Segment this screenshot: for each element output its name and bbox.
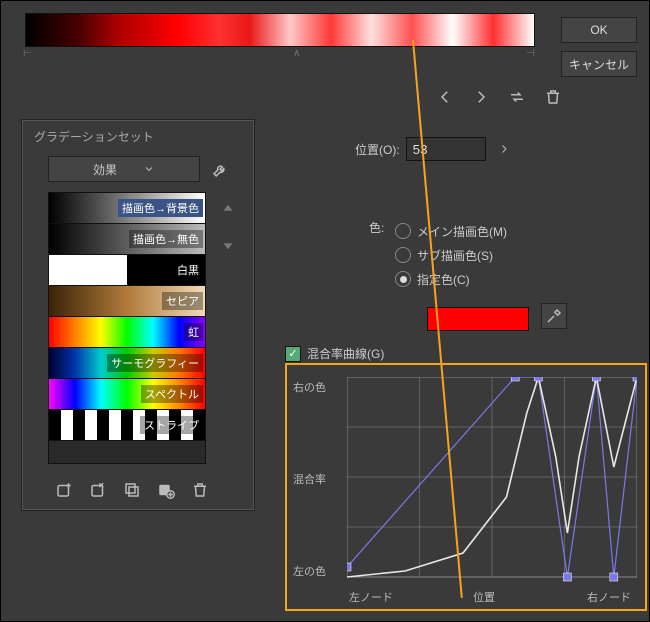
gradient-list-item[interactable]: 描画色→無色 <box>49 224 205 255</box>
trash-icon[interactable] <box>541 85 565 109</box>
wrench-icon[interactable] <box>208 158 232 182</box>
gradient-list-item[interactable]: 虹 <box>49 317 205 348</box>
gradient-list-item[interactable]: サーモグラフィー <box>49 348 205 379</box>
gradient-list[interactable]: 描画色→背景色描画色→無色白黒セピア虹サーモグラフィースペクトルストライプ <box>48 192 206 464</box>
eyedropper-icon[interactable] <box>541 303 567 329</box>
move-down-icon[interactable] <box>216 232 240 256</box>
gradient-list-item[interactable]: 描画色→背景色 <box>49 193 205 224</box>
color-swatch[interactable] <box>427 307 529 331</box>
curve-ylabel-mid: 混合率 <box>293 471 326 487</box>
list-trash-icon[interactable] <box>188 478 212 502</box>
gradient-set-title: グラデーションセット <box>34 128 154 145</box>
gradient-list-item-label: サーモグラフィー <box>107 354 203 372</box>
curve-ylabel-top: 右の色 <box>293 379 326 395</box>
next-arrow-icon[interactable] <box>469 85 493 109</box>
chevron-down-icon <box>143 163 155 175</box>
gradient-list-item[interactable]: セピア <box>49 286 205 317</box>
gradient-list-item-label: スペクトル <box>141 385 203 403</box>
gradient-list-item-label: 描画色→無色 <box>129 230 203 248</box>
mixing-curve-checkbox[interactable]: ✓ <box>285 346 301 362</box>
prev-arrow-icon[interactable] <box>433 85 457 109</box>
curve-ylabel-bot: 左の色 <box>293 563 326 579</box>
gradient-set-panel: グラデーションセット 効果 描画色→背景色描画色→無色白黒セピア虹サーモグラフィ… <box>21 119 255 511</box>
duplicate-icon[interactable] <box>120 478 144 502</box>
radio-sub-color[interactable]: サブ描画色(S) <box>395 243 507 267</box>
gradient-list-item-label: ストライプ <box>140 416 203 434</box>
position-label: 位置(O): <box>355 141 400 158</box>
gradient-set-dropdown-label: 効果 <box>93 161 117 178</box>
radio-main-color[interactable]: メイン描画色(M) <box>395 219 507 243</box>
curve-xlabel-mid: 位置 <box>473 589 495 605</box>
position-step-icon[interactable] <box>492 137 516 161</box>
ok-button[interactable]: OK <box>561 17 637 43</box>
radio-specified-color[interactable]: 指定色(C) <box>395 267 507 291</box>
mixing-curve-label: 混合率曲線(G) <box>307 345 384 362</box>
cancel-button[interactable]: キャンセル <box>561 51 637 77</box>
color-label: 色: <box>369 219 395 291</box>
move-up-icon[interactable] <box>216 198 240 222</box>
gradient-list-item-label: 描画色→背景色 <box>118 199 203 217</box>
curve-xlabel-left: 左ノード <box>349 589 393 605</box>
gradient-list-item[interactable]: スペクトル <box>49 379 205 410</box>
gradient-list-item[interactable]: 白黒 <box>49 255 205 286</box>
import-icon[interactable] <box>86 478 110 502</box>
mixing-curve-graph[interactable] <box>347 377 637 587</box>
add-icon[interactable] <box>154 478 178 502</box>
gradient-list-item-label: 虹 <box>184 323 203 341</box>
gradient-preview[interactable] <box>25 13 535 47</box>
curve-xlabel-right: 右ノード <box>587 589 631 605</box>
gradient-list-item-label: セピア <box>162 292 203 310</box>
gradient-list-item-label: 白黒 <box>173 261 203 279</box>
new-set-icon[interactable] <box>52 478 76 502</box>
gradient-ruler: ⊢∧⊣ <box>25 47 533 59</box>
gradient-list-item[interactable]: ストライプ <box>49 410 205 441</box>
gradient-set-dropdown[interactable]: 効果 <box>48 156 200 182</box>
position-input[interactable] <box>406 137 486 161</box>
flip-icon[interactable] <box>505 85 529 109</box>
mixing-curve-panel: 右の色 混合率 左の色 左ノード 位置 右ノード <box>285 363 647 611</box>
